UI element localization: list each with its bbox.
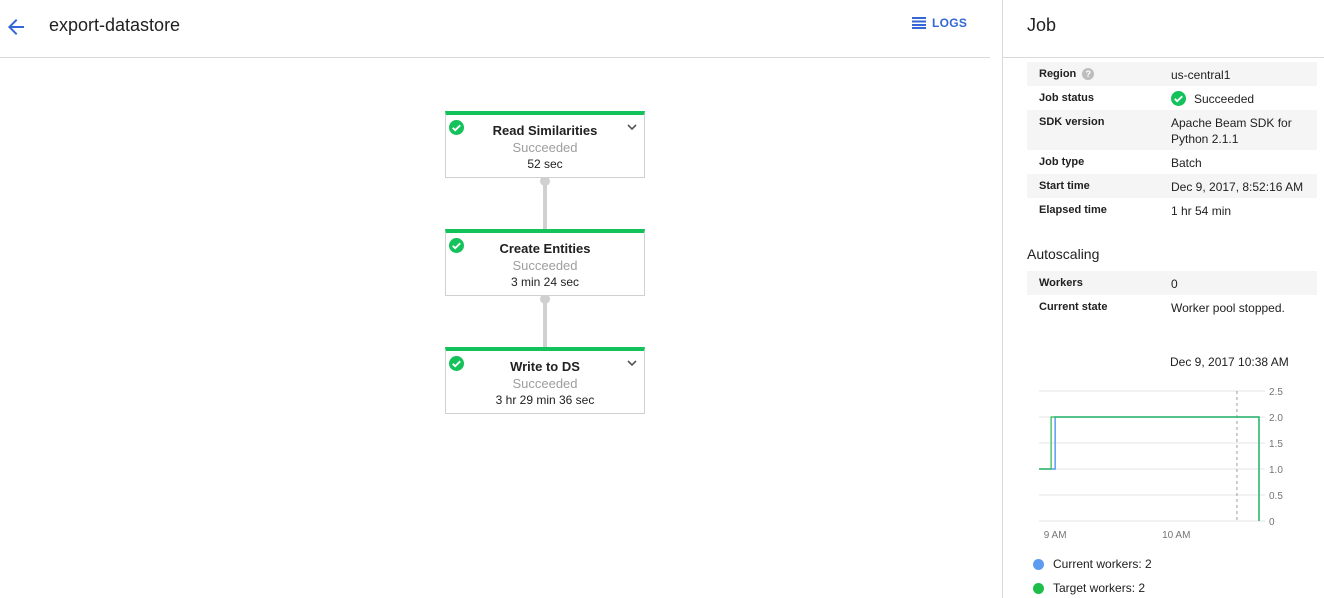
back-arrow-icon[interactable] (4, 15, 28, 39)
row-label: Job type (1039, 156, 1085, 168)
row-value: 0 (1171, 277, 1178, 291)
pipeline-step-create-entities[interactable]: Create Entities Succeeded 3 min 24 sec (445, 229, 645, 296)
row-value: Apache Beam SDK for Python 2.1.1 (1171, 116, 1292, 146)
job-row-type: Job type Batch (1027, 150, 1317, 174)
autoscaling-title: Autoscaling (1027, 246, 1100, 262)
row-value: Worker pool stopped. (1171, 301, 1285, 315)
row-label: Job status (1039, 92, 1095, 104)
chart-timestamp: Dec 9, 2017 10:38 AM (1170, 355, 1289, 369)
job-summary-panel: Job Region? us-central1 Job status Succe… (1003, 0, 1324, 598)
job-name-title: export-datastore (49, 15, 181, 35)
step-name: Read Similarities (492, 123, 598, 138)
row-value: Dec 9, 2017, 8:52:16 AM (1171, 180, 1304, 194)
job-info-table: Region? us-central1 Job status Succeeded… (1027, 62, 1317, 222)
legend-current-workers: Current workers: 2 (1033, 557, 1152, 571)
x-tick-label: 10 AM (1162, 530, 1190, 541)
y-tick-label: 2.0 (1269, 413, 1283, 424)
step-status: Succeeded (512, 258, 578, 273)
step-duration: 3 min 24 sec (510, 275, 580, 289)
job-row-status: Job status Succeeded (1027, 86, 1317, 110)
pipeline-connector (543, 299, 547, 349)
legend-label: Current workers: 2 (1053, 557, 1152, 571)
row-label: SDK version (1039, 116, 1105, 128)
logs-button[interactable]: LOGS (912, 16, 967, 30)
step-status: Succeeded (512, 140, 578, 155)
logs-label: LOGS (932, 16, 968, 30)
y-tick-label: 1.0 (1269, 465, 1283, 476)
x-tick-label: 9 AM (1044, 530, 1067, 541)
check-circle-icon (449, 120, 464, 135)
step-duration: 52 sec (527, 157, 563, 171)
row-label: Workers (1039, 277, 1083, 289)
check-circle-icon (1171, 91, 1186, 106)
pipeline-connector (543, 181, 547, 231)
y-tick-label: 2.5 (1269, 387, 1283, 398)
list-icon (912, 17, 926, 29)
pipeline-step-read-similarities[interactable]: Read Similarities Succeeded 52 sec (445, 111, 645, 178)
row-value: us-central1 (1171, 68, 1231, 82)
autoscaling-row-state: Current state Worker pool stopped. (1027, 295, 1317, 319)
side-panel-header: Job (1003, 0, 1324, 58)
job-row-sdk: SDK version Apache Beam SDK for Python 2… (1027, 110, 1317, 150)
job-row-region: Region? us-central1 (1027, 62, 1317, 86)
legend-swatch (1033, 558, 1044, 570)
step-status: Succeeded (512, 376, 578, 391)
job-row-start-time: Start time Dec 9, 2017, 8:52:16 AM (1027, 174, 1317, 198)
main-panel: export-datastore LOGS Read Similarities … (0, 0, 990, 598)
step-name: Create Entities (499, 241, 591, 256)
check-circle-icon (449, 238, 464, 253)
pipeline-step-write-to-ds[interactable]: Write to DS Succeeded 3 hr 29 min 36 sec (445, 347, 645, 414)
chevron-down-icon[interactable] (626, 357, 638, 369)
page-header: export-datastore LOGS (0, 0, 990, 58)
autoscaling-table: Workers 0 Current state Worker pool stop… (1027, 271, 1317, 319)
row-label: Current state (1039, 301, 1108, 313)
legend-swatch (1033, 582, 1044, 594)
y-tick-label: 1.5 (1269, 439, 1283, 450)
job-panel-title: Job (1027, 15, 1057, 35)
row-label: Start time (1039, 180, 1090, 192)
chevron-down-icon[interactable] (626, 121, 638, 133)
job-row-elapsed: Elapsed time 1 hr 54 min (1027, 198, 1317, 222)
row-label: Elapsed time (1039, 204, 1107, 216)
row-value: Succeeded (1194, 92, 1255, 106)
y-tick-label: 0.5 (1269, 491, 1283, 502)
autoscaling-chart[interactable]: 2.5 2.0 1.5 1.0 0.5 0 9 AM 10 AM (1023, 380, 1313, 545)
legend-label: Target workers: 2 (1053, 581, 1146, 595)
row-label: Region (1039, 68, 1077, 80)
step-name: Write to DS (510, 359, 580, 374)
step-duration: 3 hr 29 min 36 sec (495, 393, 595, 407)
legend-target-workers: Target workers: 2 (1033, 581, 1145, 595)
y-tick-label: 0 (1269, 517, 1275, 528)
help-icon[interactable]: ? (1082, 68, 1095, 80)
check-circle-icon (449, 356, 464, 371)
row-value: 1 hr 54 min (1171, 204, 1232, 218)
row-value: Batch (1171, 156, 1202, 170)
autoscaling-row-workers: Workers 0 (1027, 271, 1317, 295)
